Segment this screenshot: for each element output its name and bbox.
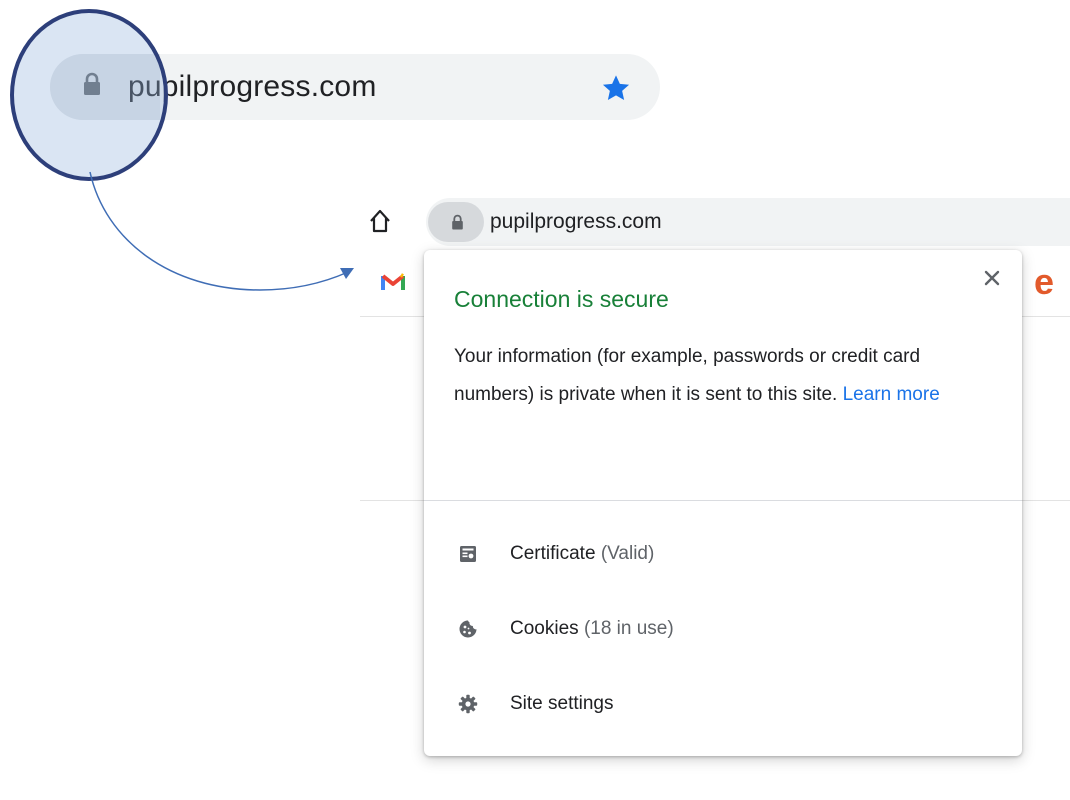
magnifier-circle (10, 9, 168, 181)
site-info-popup: Connection is secure Your information (f… (424, 250, 1022, 756)
gear-icon (458, 694, 478, 714)
cookie-icon (459, 620, 477, 638)
certificate-label: Certificate (Valid) (510, 543, 655, 564)
bookmark-e-icon[interactable]: e (1034, 262, 1054, 302)
url-text[interactable]: pupilprogress.com (490, 208, 662, 236)
cookies-label: Cookies (18 in use) (510, 618, 674, 639)
lock-icon (452, 214, 463, 230)
certificate-icon (460, 546, 476, 562)
learn-more-link[interactable]: Learn more (843, 384, 940, 405)
site-settings-label: Site settings (510, 693, 614, 714)
home-icon[interactable] (368, 208, 392, 234)
close-icon (984, 270, 1000, 286)
certificate-item[interactable]: Certificate (Valid) (424, 524, 1022, 584)
bookmark-star-icon[interactable] (600, 72, 632, 104)
gmail-icon[interactable] (381, 272, 405, 292)
site-settings-item[interactable]: Site settings (424, 674, 1022, 734)
connection-description: Your information (for example, passwords… (454, 338, 994, 414)
connection-secure-title: Connection is secure (454, 286, 669, 312)
cookies-item[interactable]: Cookies (18 in use) (424, 599, 1022, 659)
popup-divider (424, 500, 1022, 501)
close-button[interactable] (978, 264, 1006, 292)
